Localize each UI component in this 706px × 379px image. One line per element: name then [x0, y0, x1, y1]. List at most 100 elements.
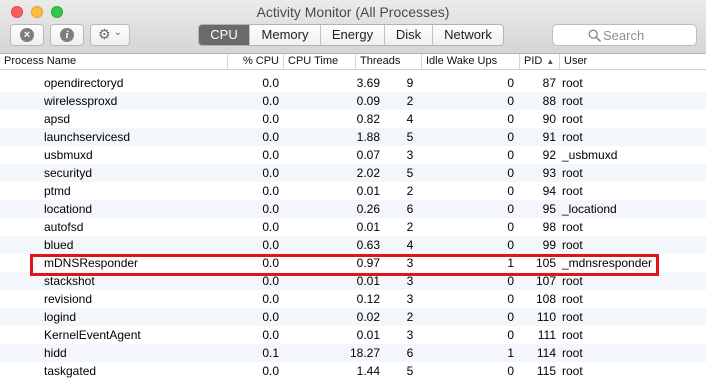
cell-pid: 90 [542, 112, 556, 126]
tab-energy[interactable]: Energy [321, 25, 385, 45]
table-row[interactable]: opendirectoryd 0.0 3.69 9 0 87 root [0, 74, 706, 92]
table-row[interactable]: autofsd 0.0 0.01 2 0 98 root [0, 218, 706, 236]
cell-process-name: logind [44, 310, 77, 324]
table-row[interactable]: wirelessproxd 0.0 0.09 2 0 88 root [0, 92, 706, 110]
column-header: Process Name % CPU CPU Time Threads Idle… [0, 54, 706, 70]
cell-threads: 3 [406, 328, 414, 342]
cell-idle-wake-ups: 0 [507, 184, 514, 198]
cell-user: root [562, 346, 583, 360]
cell-idle-wake-ups: 0 [507, 292, 514, 306]
action-menu-button[interactable]: ⚙ ⌄ [90, 24, 130, 46]
cell-threads: 5 [406, 166, 414, 180]
cell-cpu-time: 0.26 [356, 202, 380, 216]
table-row[interactable]: ptmd 0.0 0.01 2 0 94 root [0, 182, 706, 200]
table-row[interactable]: securityd 0.0 2.02 5 0 93 root [0, 164, 706, 182]
cell-idle-wake-ups: 0 [507, 274, 514, 288]
table-row[interactable]: apsd 0.0 0.82 4 0 90 root [0, 110, 706, 128]
cell-pid: 114 [536, 346, 556, 360]
cell-process-name: launchservicesd [44, 130, 131, 144]
column-idle-wake-ups[interactable]: Idle Wake Ups [422, 54, 520, 70]
cell-process-name: hidd [44, 346, 67, 360]
cell-cpu-percent: 0.0 [262, 112, 279, 126]
cell-cpu-percent: 0.0 [262, 76, 279, 90]
table-row[interactable]: revisiond 0.0 0.12 3 0 108 root [0, 290, 706, 308]
cell-pid: 94 [542, 184, 556, 198]
table-row[interactable]: mDNSResponder 0.0 0.97 3 1 105 _mdnsresponder [0, 254, 706, 272]
table-row[interactable]: KernelEventAgent 0.0 0.01 3 0 111 root [0, 326, 706, 344]
cell-user: root [562, 274, 583, 288]
cell-user: root [562, 238, 583, 252]
cell-cpu-time: 0.01 [356, 184, 380, 198]
search-field[interactable] [552, 24, 697, 46]
cell-user: root [562, 364, 583, 378]
quit-process-button[interactable]: × [10, 24, 44, 46]
cell-idle-wake-ups: 0 [507, 364, 514, 378]
cell-process-name: revisiond [44, 292, 93, 306]
tab-disk[interactable]: Disk [385, 25, 433, 45]
process-table: opendirectoryd 0.0 3.69 9 0 87 root wirelesspro… [0, 74, 706, 379]
cell-threads: 3 [406, 274, 414, 288]
cell-user: root [562, 328, 583, 342]
cell-process-name: usbmuxd [44, 148, 93, 162]
cell-process-name: apsd [44, 112, 71, 126]
tab-cpu[interactable]: CPU [199, 25, 250, 45]
cell-process-name: taskgated [44, 364, 97, 378]
cell-threads: 9 [406, 76, 414, 90]
chevron-down-icon: ⌄ [113, 27, 122, 38]
cell-cpu-percent: 0.0 [262, 148, 279, 162]
cell-cpu-time: 3.69 [356, 76, 380, 90]
cell-idle-wake-ups: 0 [507, 76, 514, 90]
table-row[interactable]: blued 0.0 0.63 4 0 99 root [0, 236, 706, 254]
column-cpu-time[interactable]: CPU Time [284, 54, 356, 70]
cell-pid: 110 [536, 310, 556, 324]
column-pid[interactable]: PID ▲ [520, 54, 560, 70]
cell-pid: 93 [542, 166, 556, 180]
cell-pid: 108 [535, 292, 556, 306]
cell-cpu-time: 0.07 [356, 148, 380, 162]
cell-user: root [562, 112, 583, 126]
table-row[interactable]: locationd 0.0 0.26 6 0 95 _locationd [0, 200, 706, 218]
cell-idle-wake-ups: 0 [507, 112, 514, 126]
column-cpu[interactable]: % CPU [228, 54, 284, 70]
cell-cpu-time: 0.09 [356, 94, 380, 108]
cell-pid: 99 [542, 238, 556, 252]
cell-process-name: blued [44, 238, 74, 252]
cell-cpu-percent: 0.0 [262, 130, 279, 144]
table-row[interactable]: launchservicesd 0.0 1.88 5 0 91 root [0, 128, 706, 146]
cell-pid: 105 [535, 256, 556, 270]
cell-process-name: mDNSResponder [44, 256, 139, 270]
table-row[interactable]: hidd 0.1 18.27 6 1 114 root [0, 344, 706, 362]
column-threads[interactable]: Threads [356, 54, 422, 70]
cell-threads: 2 [406, 94, 414, 108]
column-process-name[interactable]: Process Name [0, 54, 228, 70]
cell-process-name: stackshot [44, 274, 95, 288]
column-user[interactable]: User [560, 54, 706, 70]
cell-cpu-percent: 0.0 [262, 202, 279, 216]
cell-pid: 95 [542, 202, 556, 216]
inspect-process-button[interactable]: i [50, 24, 84, 46]
cell-user: _locationd [562, 202, 617, 216]
cell-threads: 4 [406, 238, 414, 252]
cell-pid: 92 [542, 148, 556, 162]
tab-memory[interactable]: Memory [250, 25, 321, 45]
cell-pid: 88 [542, 94, 556, 108]
table-row[interactable]: stackshot 0.0 0.01 3 0 107 root [0, 272, 706, 290]
tab-network[interactable]: Network [433, 25, 503, 45]
table-row[interactable]: taskgated 0.0 1.44 5 0 115 root [0, 362, 706, 379]
cell-cpu-time: 2.02 [356, 166, 380, 180]
cell-pid: 107 [535, 274, 556, 288]
cell-user: root [562, 130, 583, 144]
cell-pid: 91 [542, 130, 556, 144]
cell-cpu-time: 18.27 [349, 346, 380, 360]
cell-threads: 2 [406, 310, 414, 324]
table-row[interactable]: logind 0.0 0.02 2 0 110 root [0, 308, 706, 326]
cell-cpu-percent: 0.0 [262, 238, 279, 252]
cell-idle-wake-ups: 0 [507, 202, 514, 216]
cell-pid: 115 [536, 364, 556, 378]
cell-idle-wake-ups: 0 [507, 238, 514, 252]
table-row[interactable]: usbmuxd 0.0 0.07 3 0 92 _usbmuxd [0, 146, 706, 164]
cell-threads: 5 [406, 130, 414, 144]
cell-idle-wake-ups: 0 [507, 328, 514, 342]
cell-user: root [562, 184, 583, 198]
cell-user: _mdnsresponder [562, 256, 653, 270]
